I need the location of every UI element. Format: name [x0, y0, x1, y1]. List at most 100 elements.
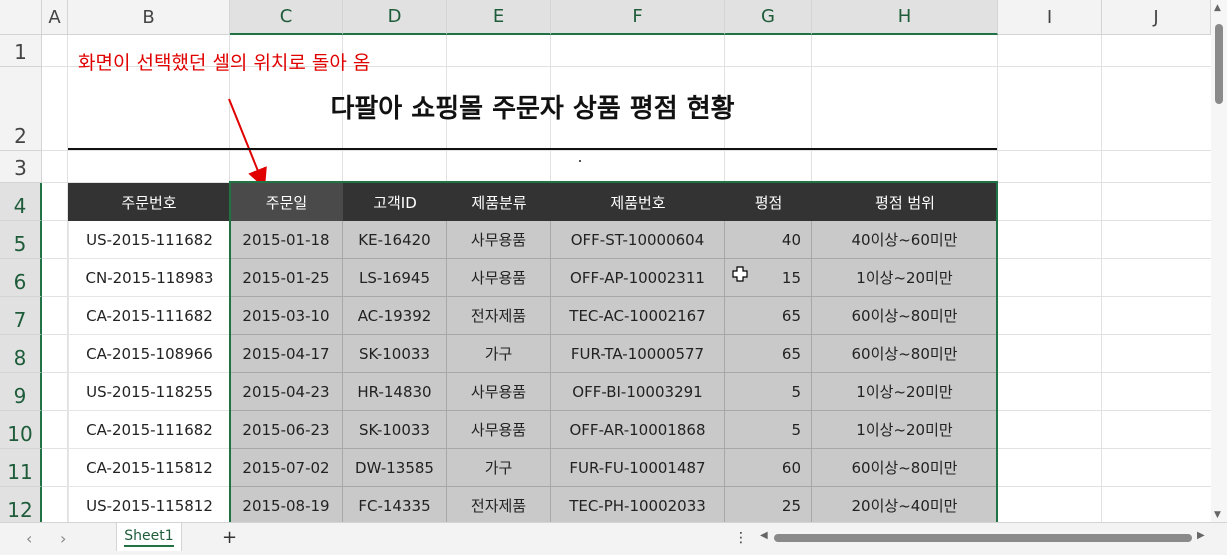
cell-rating[interactable]: 5 [725, 373, 812, 411]
more-options-icon[interactable]: ⋮ [734, 530, 748, 546]
cell-category[interactable]: 사무용품 [447, 411, 551, 449]
row-header-12[interactable]: 12 [0, 487, 42, 522]
cell-customer-id[interactable]: LS-16945 [343, 259, 447, 297]
cell-rating-range[interactable]: 60이상~80미만 [812, 449, 998, 487]
spreadsheet-grid[interactable]: A B C D E F G H I J 1 2 3 4 5 6 7 8 9 10… [0, 0, 1211, 522]
next-sheet-icon[interactable]: › [60, 529, 66, 548]
scroll-right-icon[interactable]: ▶ [1197, 530, 1205, 541]
table-header-rating-range[interactable]: 평점 범위 [812, 183, 998, 221]
cell-order-no[interactable]: US-2015-118255 [68, 373, 230, 411]
vertical-scrollbar[interactable]: ▲ ▼ [1211, 0, 1227, 522]
cell-product-no[interactable]: OFF-BI-10003291 [551, 373, 725, 411]
cell-rating-range[interactable]: 1이상~20미만 [812, 411, 998, 449]
cell-customer-id[interactable]: SK-10033 [343, 411, 447, 449]
column-header-j[interactable]: J [1102, 0, 1211, 35]
cell-customer-id[interactable]: AC-19392 [343, 297, 447, 335]
cell-order-date[interactable]: 2015-06-23 [230, 411, 343, 449]
cell-rating-range[interactable]: 60이상~80미만 [812, 335, 998, 373]
row-header-8[interactable]: 8 [0, 335, 42, 373]
cell-order-date[interactable]: 2015-07-02 [230, 449, 343, 487]
horizontal-scroll-thumb[interactable] [774, 534, 1192, 542]
scroll-up-icon[interactable]: ▲ [1214, 3, 1221, 13]
cell-order-date[interactable]: 2015-03-10 [230, 297, 343, 335]
row-header-9[interactable]: 9 [0, 373, 42, 411]
row-header-11[interactable]: 11 [0, 449, 42, 487]
cell-product-no[interactable]: OFF-AR-10001868 [551, 411, 725, 449]
cell-order-date[interactable]: 2015-01-18 [230, 221, 343, 259]
table-header-order-date[interactable]: 주문일 [230, 183, 343, 221]
cell-rating-range[interactable]: 1이상~20미만 [812, 259, 998, 297]
cell-customer-id[interactable]: FC-14335 [343, 487, 447, 522]
cell-product-no[interactable]: OFF-ST-10000604 [551, 221, 725, 259]
table-header-order-no[interactable]: 주문번호 [68, 183, 230, 221]
column-header-a[interactable]: A [42, 0, 68, 35]
cell-category[interactable]: 사무용품 [447, 259, 551, 297]
sheet-title[interactable]: 다팔아 쇼핑몰 주문자 상품 평점 현황 [68, 86, 997, 132]
cell-product-no[interactable]: OFF-AP-10002311 [551, 259, 725, 297]
cell-category[interactable]: 전자제품 [447, 487, 551, 522]
row-header-4[interactable]: 4 [0, 183, 42, 221]
cell-rating[interactable]: 5 [725, 411, 812, 449]
cell-order-date[interactable]: 2015-04-23 [230, 373, 343, 411]
cell-order-no[interactable]: US-2015-111682 [68, 221, 230, 259]
vertical-scroll-thumb[interactable] [1215, 24, 1223, 104]
cell-order-date[interactable]: 2015-01-25 [230, 259, 343, 297]
column-header-d[interactable]: D [343, 0, 447, 35]
select-all-corner[interactable] [0, 0, 42, 35]
cell-rating[interactable]: 25 [725, 487, 812, 522]
column-header-b[interactable]: B [68, 0, 230, 35]
cell-rating[interactable]: 60 [725, 449, 812, 487]
row-header-3[interactable]: 3 [0, 151, 42, 183]
cell-rating-range[interactable]: 20이상~40미만 [812, 487, 998, 522]
cell-rating-range[interactable]: 1이상~20미만 [812, 373, 998, 411]
cell-order-no[interactable]: CA-2015-108966 [68, 335, 230, 373]
cell-category[interactable]: 가구 [447, 449, 551, 487]
cell-order-no[interactable]: CN-2015-118983 [68, 259, 230, 297]
add-sheet-button[interactable]: + [222, 527, 237, 548]
row-header-1[interactable]: 1 [0, 35, 42, 67]
column-header-f[interactable]: F [551, 0, 725, 35]
cell-category[interactable]: 가구 [447, 335, 551, 373]
table-header-product-no[interactable]: 제품번호 [551, 183, 725, 221]
table-header-rating[interactable]: 평점 [725, 183, 812, 221]
cell-product-no[interactable]: FUR-TA-10000577 [551, 335, 725, 373]
scroll-left-icon[interactable]: ◀ [760, 530, 768, 541]
cell-product-no[interactable]: TEC-AC-10002167 [551, 297, 725, 335]
cell-customer-id[interactable]: SK-10033 [343, 335, 447, 373]
column-header-c[interactable]: C [230, 0, 343, 35]
cell-order-no[interactable]: CA-2015-115812 [68, 449, 230, 487]
row-header-10[interactable]: 10 [0, 411, 42, 449]
cell-category[interactable]: 전자제품 [447, 297, 551, 335]
column-header-h[interactable]: H [812, 0, 998, 35]
cell-category[interactable]: 사무용품 [447, 221, 551, 259]
row-header-5[interactable]: 5 [0, 221, 42, 259]
cell-order-no[interactable]: CA-2015-111682 [68, 297, 230, 335]
column-header-e[interactable]: E [447, 0, 551, 35]
row-header-2[interactable]: 2 [0, 67, 42, 151]
annotation-note: 화면이 선택했던 셀의 위치로 돌아 옴 [78, 52, 371, 74]
cell-rating[interactable]: 65 [725, 297, 812, 335]
cell-product-no[interactable]: FUR-FU-10001487 [551, 449, 725, 487]
column-header-g[interactable]: G [725, 0, 812, 35]
scroll-down-icon[interactable]: ▼ [1214, 510, 1221, 520]
table-header-category[interactable]: 제품분류 [447, 183, 551, 221]
cell-order-no[interactable]: US-2015-115812 [68, 487, 230, 522]
cell-customer-id[interactable]: HR-14830 [343, 373, 447, 411]
prev-sheet-icon[interactable]: ‹ [26, 529, 32, 548]
cell-order-no[interactable]: CA-2015-111682 [68, 411, 230, 449]
cell-rating[interactable]: 65 [725, 335, 812, 373]
cell-product-no[interactable]: TEC-PH-10002033 [551, 487, 725, 522]
cell-customer-id[interactable]: KE-16420 [343, 221, 447, 259]
row-header-6[interactable]: 6 [0, 259, 42, 297]
cell-customer-id[interactable]: DW-13585 [343, 449, 447, 487]
row-header-7[interactable]: 7 [0, 297, 42, 335]
table-header-customer-id[interactable]: 고객ID [343, 183, 447, 221]
cell-rating[interactable]: 40 [725, 221, 812, 259]
cell-order-date[interactable]: 2015-08-19 [230, 487, 343, 522]
cell-rating-range[interactable]: 40이상~60미만 [812, 221, 998, 259]
cell-category[interactable]: 사무용품 [447, 373, 551, 411]
cell-order-date[interactable]: 2015-04-17 [230, 335, 343, 373]
cell-rating-range[interactable]: 60이상~80미만 [812, 297, 998, 335]
column-header-i[interactable]: I [998, 0, 1102, 35]
sheet-tab-sheet1[interactable]: Sheet1 [116, 523, 182, 551]
